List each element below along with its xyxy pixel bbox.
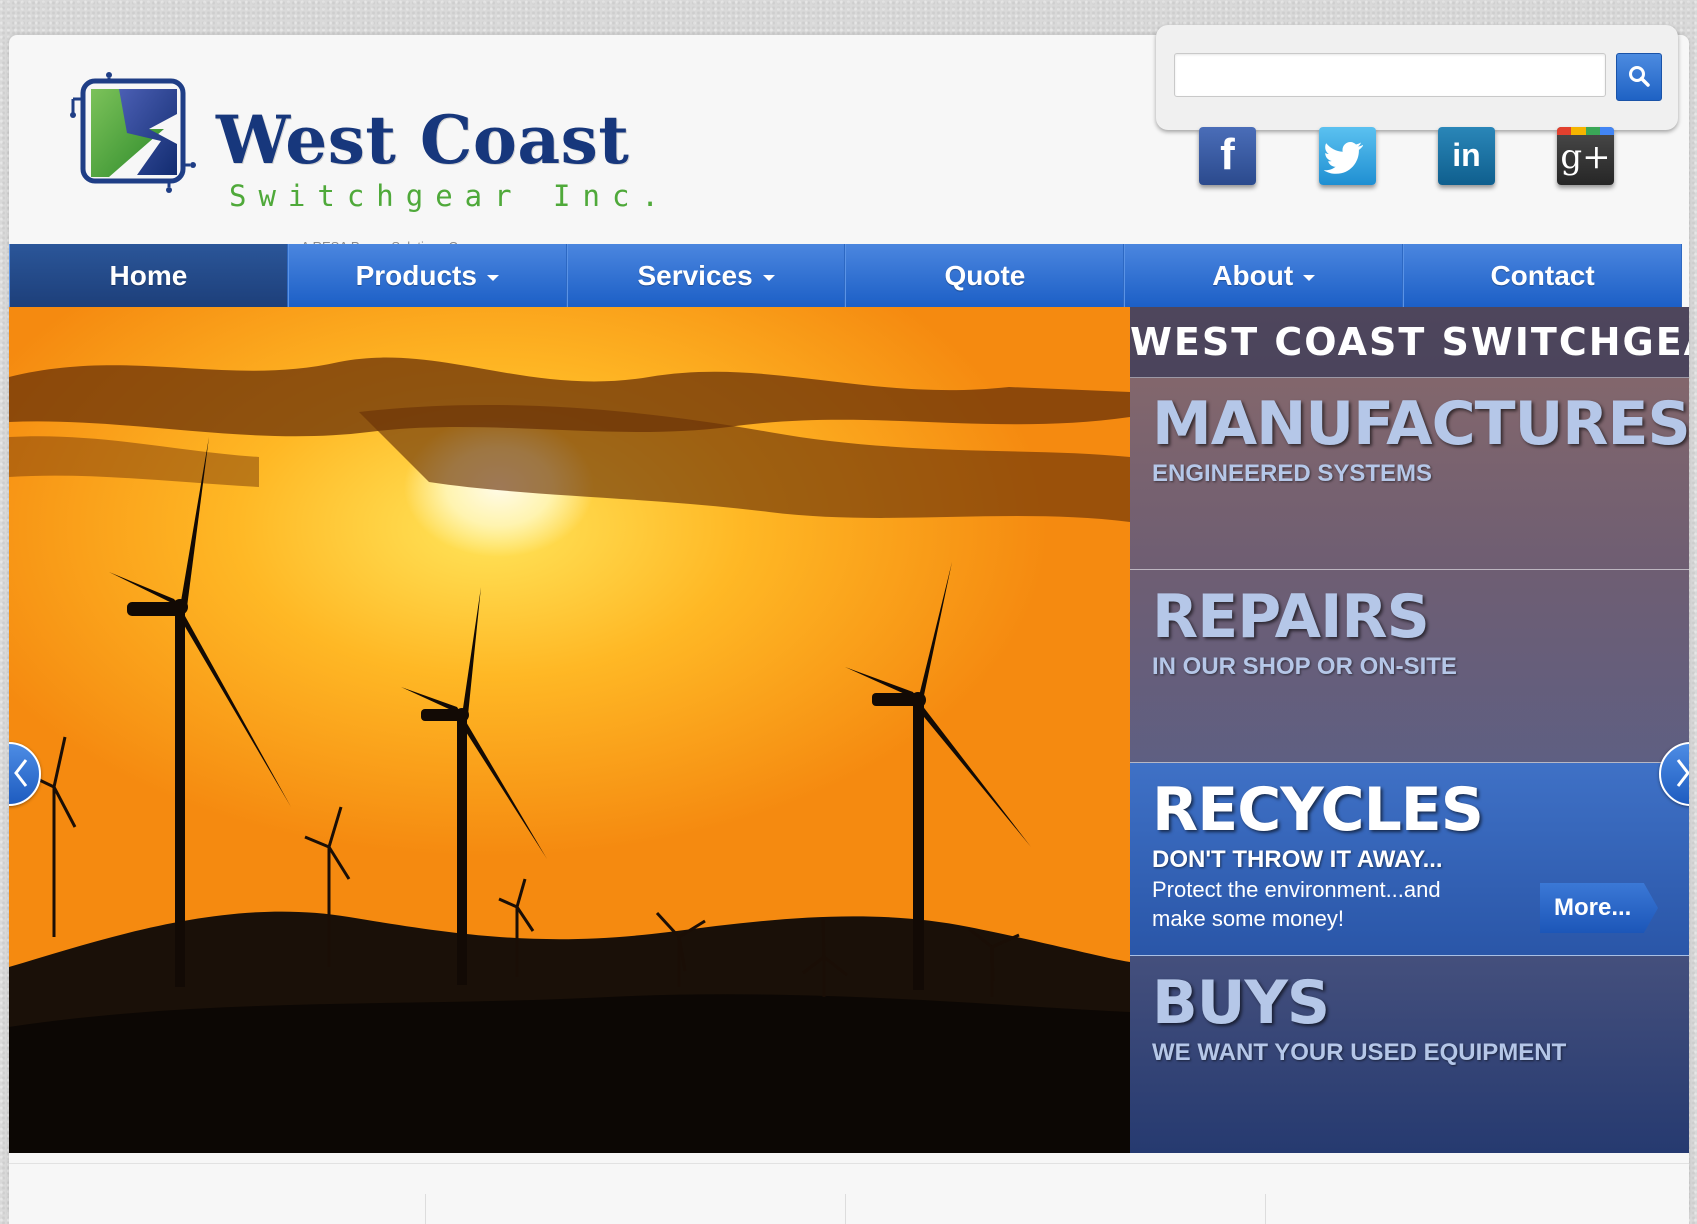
panel-buys[interactable]: BUYS WE WANT YOUR USED EQUIPMENT <box>1130 956 1689 1148</box>
logo-subname: Switchgear Inc. <box>229 179 671 213</box>
nav-label: About <box>1212 260 1294 291</box>
side-title: WEST COAST SWITCHGEAR <box>1130 307 1689 378</box>
main-nav: Home Products Services Quote About Conta… <box>9 244 1682 307</box>
panel-manufactures[interactable]: MANUFACTURES ENGINEERED SYSTEMS <box>1130 377 1689 570</box>
panel-repairs[interactable]: REPAIRS IN OUR SHOP OR ON-SITE <box>1130 570 1689 763</box>
site-logo[interactable]: West Coast Switchgear Inc. A RESA Power … <box>69 67 659 257</box>
panel-recycles[interactable]: RECYCLES DON'T THROW IT AWAY... Protect … <box>1130 763 1689 956</box>
nav-label: Quote <box>944 260 1026 291</box>
panel-heading: RECYCLES <box>1152 775 1484 845</box>
divider <box>1265 1194 1266 1224</box>
content-strip <box>9 1163 1689 1224</box>
wind-turbine-silhouettes <box>9 357 1130 1153</box>
nav-item-home[interactable]: Home <box>9 244 288 307</box>
nav-item-about[interactable]: About <box>1124 244 1404 307</box>
chevron-left-icon <box>14 759 28 787</box>
hero-slider: WEST COAST SWITCHGEAR MANUFACTURES ENGIN… <box>9 307 1689 1153</box>
nav-label: Services <box>637 260 753 291</box>
panel-subheading: DON'T THROW IT AWAY... <box>1152 846 1443 873</box>
divider <box>425 1194 426 1224</box>
panel-heading: REPAIRS <box>1152 582 1430 652</box>
logo-name: West Coast <box>216 101 630 179</box>
google-plus-glyph: g+ <box>1560 137 1611 177</box>
nav-item-quote[interactable]: Quote <box>845 244 1125 307</box>
logo-mark-icon <box>70 72 196 193</box>
panel-heading: MANUFACTURES <box>1152 389 1689 459</box>
more-button[interactable]: More... <box>1540 883 1658 933</box>
chevron-down-icon <box>762 274 775 281</box>
services-panel: WEST COAST SWITCHGEAR MANUFACTURES ENGIN… <box>1130 307 1689 1153</box>
search-input[interactable] <box>1174 53 1606 97</box>
nav-label: Contact <box>1490 260 1595 291</box>
page-container: West Coast Switchgear Inc. A RESA Power … <box>9 25 1689 1224</box>
divider <box>845 1194 846 1224</box>
google-color-bar <box>1557 127 1614 135</box>
facebook-glyph: f <box>1220 130 1235 179</box>
panel-heading: BUYS <box>1152 968 1330 1038</box>
facebook-icon[interactable]: f <box>1199 127 1256 185</box>
nav-item-services[interactable]: Services <box>566 244 846 307</box>
panel-description-line: make some money! <box>1152 906 1344 931</box>
google-plus-icon[interactable]: g+ <box>1557 127 1614 185</box>
search-icon <box>1629 66 1650 87</box>
panel-subheading: IN OUR SHOP OR ON-SITE <box>1152 653 1457 680</box>
search-bar <box>1156 25 1678 130</box>
panel-description-line: Protect the environment...and <box>1152 877 1441 902</box>
search-button[interactable] <box>1616 53 1662 101</box>
nav-item-contact[interactable]: Contact <box>1403 244 1682 307</box>
hero-image-wind-turbines <box>9 307 1130 1153</box>
panel-description: Protect the environment...and make some … <box>1152 875 1441 933</box>
nav-label: Products <box>355 260 477 291</box>
panel-subheading: ENGINEERED SYSTEMS <box>1152 460 1433 487</box>
chevron-down-icon <box>486 274 499 281</box>
chevron-down-icon <box>1303 274 1316 281</box>
nav-label: Home <box>109 260 188 291</box>
panel-subheading: WE WANT YOUR USED EQUIPMENT <box>1152 1039 1567 1066</box>
chevron-right-icon <box>1676 759 1689 787</box>
linkedin-glyph: in <box>1452 137 1481 173</box>
twitter-bird-icon <box>1323 142 1363 174</box>
nav-item-products[interactable]: Products <box>287 244 567 307</box>
twitter-icon[interactable] <box>1319 127 1376 185</box>
linkedin-icon[interactable]: in <box>1438 127 1495 185</box>
